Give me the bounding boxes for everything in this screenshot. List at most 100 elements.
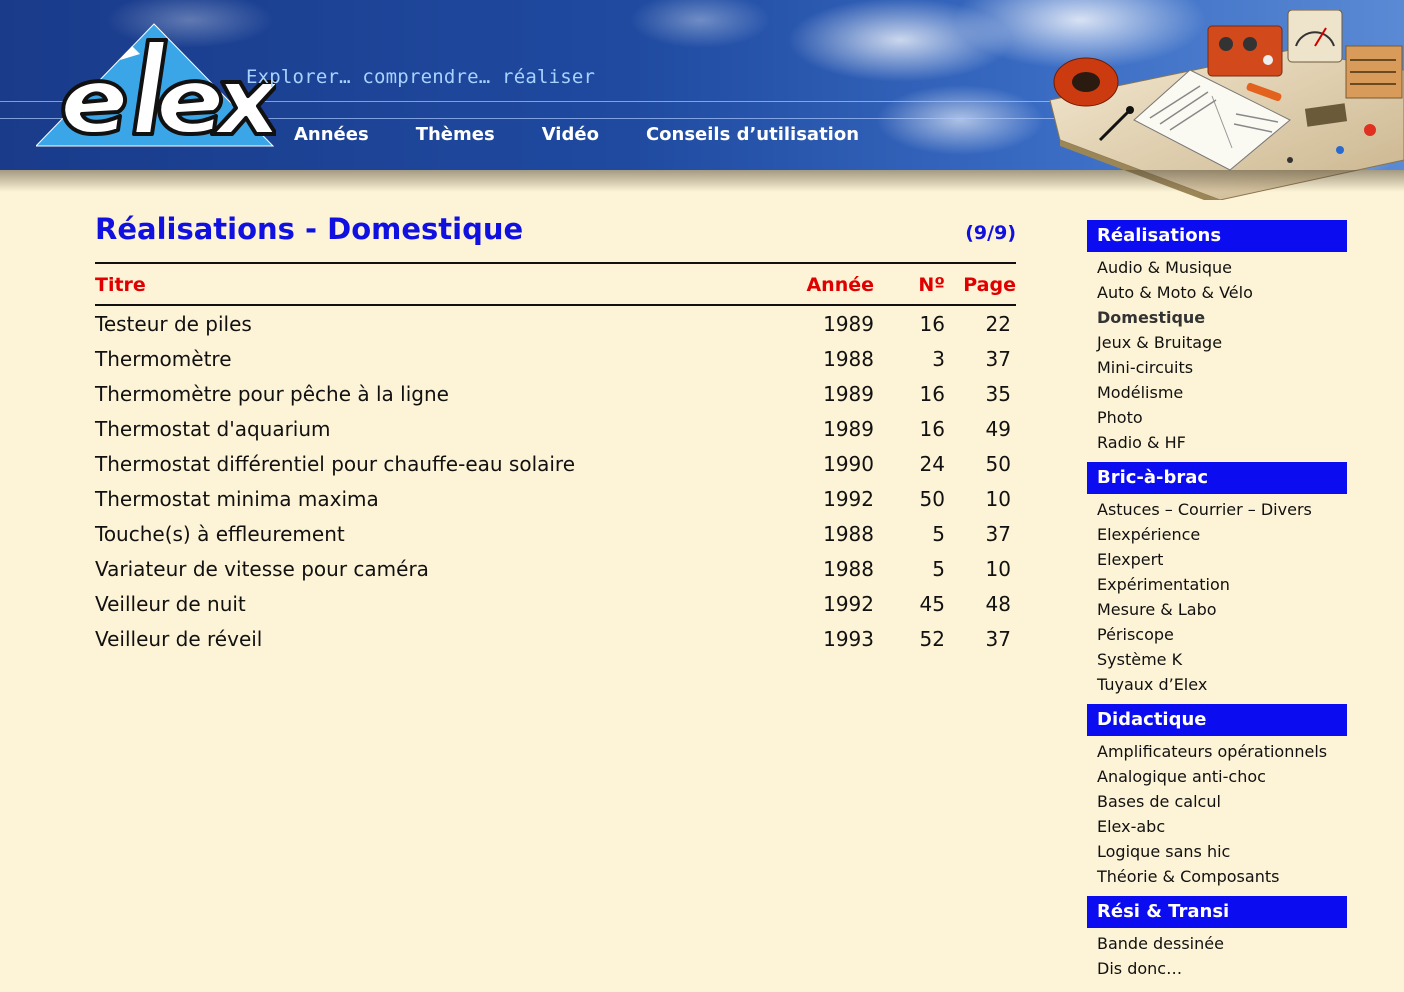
row-number: 16	[919, 312, 945, 336]
row-page: 35	[985, 382, 1011, 406]
sidebar-item-elexpert[interactable]: Elexpert	[1097, 547, 1347, 572]
table-row[interactable]: Testeur de piles 1989 16 22	[95, 310, 1016, 345]
row-page: 37	[985, 627, 1011, 651]
sidebar-item-auto-moto-velo[interactable]: Auto & Moto & Vélo	[1097, 280, 1347, 305]
row-number: 45	[919, 592, 945, 616]
table-row[interactable]: Touche(s) à effleurement 1988 5 37	[95, 520, 1016, 555]
row-page: 50	[985, 452, 1011, 476]
row-page: 10	[985, 487, 1011, 511]
sidebar-item-systeme-k[interactable]: Système K	[1097, 647, 1347, 672]
sidebar-item-elexperience[interactable]: Elexpérience	[1097, 522, 1347, 547]
sidebar: Réalisations Audio & Musique Auto & Moto…	[1087, 220, 1347, 988]
table-header-rule	[95, 304, 1016, 306]
sidebar-list-didactique: Amplificateurs opérationnels Analogique …	[1087, 736, 1347, 896]
row-number: 5	[932, 522, 945, 546]
sidebar-item-experimentation[interactable]: Expérimentation	[1097, 572, 1347, 597]
header-shadow	[0, 170, 1404, 192]
row-title[interactable]: Thermostat minima maxima	[95, 487, 379, 511]
table-row[interactable]: Variateur de vitesse pour caméra 1988 5 …	[95, 555, 1016, 590]
row-page: 10	[985, 557, 1011, 581]
sidebar-item-tuyaux[interactable]: Tuyaux d’Elex	[1097, 672, 1347, 697]
sidebar-item-audio-musique[interactable]: Audio & Musique	[1097, 255, 1347, 280]
row-year: 1988	[823, 347, 874, 371]
nav-themes[interactable]: Thèmes	[416, 124, 495, 145]
sidebar-list-resi-transi: Bande dessinée Dis donc…	[1087, 928, 1347, 988]
table-row[interactable]: Thermomètre 1988 3 37	[95, 345, 1016, 380]
table-header: Titre Année Nº Page	[95, 264, 1016, 304]
table-body: Testeur de piles 1989 16 22 Thermomètre …	[95, 310, 1016, 660]
sidebar-list-realisations: Audio & Musique Auto & Moto & Vélo Domes…	[1087, 252, 1347, 462]
table-row[interactable]: Thermomètre pour pêche à la ligne 1989 1…	[95, 380, 1016, 415]
site-header: Explorer… comprendre… réaliser Années Th…	[0, 0, 1404, 200]
nav-video[interactable]: Vidéo	[542, 124, 599, 145]
row-title[interactable]: Thermomètre	[95, 347, 232, 371]
row-page: 37	[985, 347, 1011, 371]
row-title[interactable]: Thermostat différentiel pour chauffe-eau…	[95, 452, 575, 476]
row-title[interactable]: Touche(s) à effleurement	[95, 522, 345, 546]
sidebar-item-mesure-labo[interactable]: Mesure & Labo	[1097, 597, 1347, 622]
table-row[interactable]: Veilleur de réveil 1993 52 37	[95, 625, 1016, 660]
row-page: 37	[985, 522, 1011, 546]
sidebar-item-bande-dessinee[interactable]: Bande dessinée	[1097, 931, 1347, 956]
row-year: 1988	[823, 557, 874, 581]
row-title[interactable]: Thermomètre pour pêche à la ligne	[95, 382, 449, 406]
sidebar-item-elex-abc[interactable]: Elex-abc	[1097, 814, 1347, 839]
sidebar-item-bases-calcul[interactable]: Bases de calcul	[1097, 789, 1347, 814]
row-page: 48	[985, 592, 1011, 616]
sidebar-heading-realisations[interactable]: Réalisations	[1087, 220, 1347, 252]
sidebar-heading-didactique[interactable]: Didactique	[1087, 704, 1347, 736]
col-header-page[interactable]: Page	[963, 274, 1016, 296]
sidebar-item-astuces[interactable]: Astuces – Courrier – Divers	[1097, 497, 1347, 522]
sidebar-item-analogique[interactable]: Analogique anti-choc	[1097, 764, 1347, 789]
row-number: 5	[932, 557, 945, 581]
sidebar-item-photo[interactable]: Photo	[1097, 405, 1347, 430]
sidebar-item-dis-donc[interactable]: Dis donc…	[1097, 956, 1347, 981]
row-year: 1989	[823, 312, 874, 336]
row-title[interactable]: Veilleur de nuit	[95, 592, 246, 616]
col-header-year[interactable]: Année	[806, 274, 874, 296]
sidebar-item-periscope[interactable]: Périscope	[1097, 622, 1347, 647]
sidebar-item-jeux-bruitage[interactable]: Jeux & Bruitage	[1097, 330, 1347, 355]
sidebar-list-bric-a-brac: Astuces – Courrier – Divers Elexpérience…	[1087, 494, 1347, 704]
sidebar-item-theorie[interactable]: Théorie & Composants	[1097, 864, 1347, 889]
result-count: (9/9)	[965, 222, 1016, 244]
main-content: Réalisations - Domestique (9/9) Titre An…	[95, 212, 1016, 660]
site-tagline: Explorer… comprendre… réaliser	[246, 66, 596, 88]
row-title[interactable]: Veilleur de réveil	[95, 627, 262, 651]
row-year: 1989	[823, 382, 874, 406]
title-row: Réalisations - Domestique (9/9)	[95, 212, 1016, 252]
nav-annees[interactable]: Années	[294, 124, 369, 145]
row-year: 1992	[823, 487, 874, 511]
row-number: 16	[919, 417, 945, 441]
table-row[interactable]: Thermostat d'aquarium 1989 16 49	[95, 415, 1016, 450]
sidebar-item-amplificateurs[interactable]: Amplificateurs opérationnels	[1097, 739, 1347, 764]
sidebar-heading-bric-a-brac[interactable]: Bric-à-brac	[1087, 462, 1347, 494]
row-title[interactable]: Variateur de vitesse pour caméra	[95, 557, 429, 581]
col-header-title[interactable]: Titre	[95, 274, 146, 296]
row-title[interactable]: Thermostat d'aquarium	[95, 417, 331, 441]
row-year: 1989	[823, 417, 874, 441]
row-number: 50	[919, 487, 945, 511]
sidebar-item-domestique[interactable]: Domestique	[1097, 305, 1347, 330]
table-row[interactable]: Thermostat différentiel pour chauffe-eau…	[95, 450, 1016, 485]
row-year: 1990	[823, 452, 874, 476]
table-row[interactable]: Veilleur de nuit 1992 45 48	[95, 590, 1016, 625]
row-title[interactable]: Testeur de piles	[95, 312, 252, 336]
col-header-number[interactable]: Nº	[918, 274, 945, 296]
sidebar-item-logique[interactable]: Logique sans hic	[1097, 839, 1347, 864]
row-number: 3	[932, 347, 945, 371]
row-year: 1992	[823, 592, 874, 616]
page-title: Réalisations - Domestique	[95, 212, 524, 246]
sidebar-heading-resi-transi[interactable]: Rési & Transi	[1087, 896, 1347, 928]
sidebar-item-radio-hf[interactable]: Radio & HF	[1097, 430, 1347, 455]
elex-logo[interactable]	[36, 16, 276, 150]
main-nav: Années Thèmes Vidéo Conseils d’utilisati…	[294, 124, 906, 145]
nav-conseils[interactable]: Conseils d’utilisation	[646, 124, 859, 145]
sidebar-item-modelisme[interactable]: Modélisme	[1097, 380, 1347, 405]
row-page: 22	[985, 312, 1011, 336]
table-row[interactable]: Thermostat minima maxima 1992 50 10	[95, 485, 1016, 520]
row-year: 1988	[823, 522, 874, 546]
sidebar-item-mini-circuits[interactable]: Mini-circuits	[1097, 355, 1347, 380]
row-number: 52	[919, 627, 945, 651]
row-number: 24	[919, 452, 945, 476]
